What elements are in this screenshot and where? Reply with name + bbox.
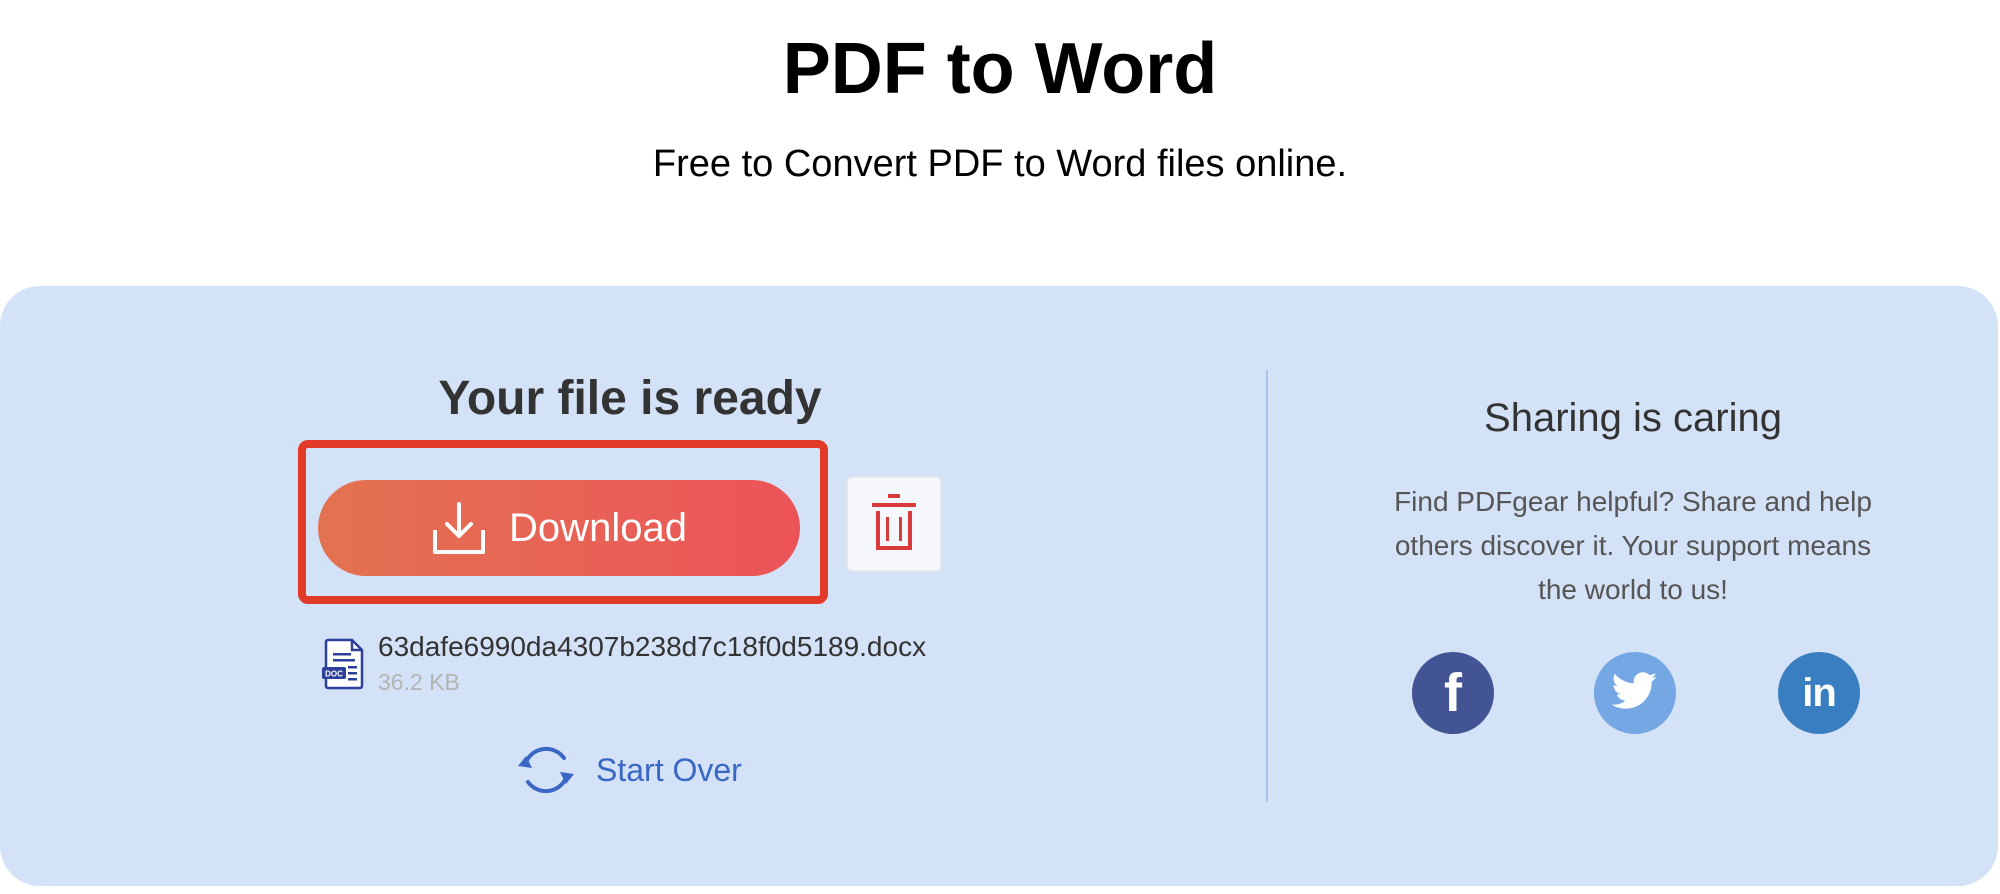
file-ready-title: Your file is ready — [438, 372, 822, 425]
twitter-bird-icon — [1611, 671, 1658, 715]
page-title: PDF to Word — [782, 29, 1218, 109]
download-icon — [431, 500, 487, 556]
refresh-icon — [516, 740, 576, 800]
share-title: Sharing is caring — [1484, 396, 1782, 440]
file-size: 36.2 KB — [378, 669, 460, 695]
delete-file-button[interactable] — [846, 476, 942, 572]
linkedin-share-button[interactable]: in — [1778, 652, 1860, 734]
start-over-label: Start Over — [596, 752, 742, 788]
page: PDF to Word Free to Convert PDF to Word … — [0, 0, 2000, 894]
page-subtitle: Free to Convert PDF to Word files online… — [652, 143, 1348, 185]
trash-icon — [871, 493, 917, 556]
facebook-share-button[interactable]: f — [1412, 652, 1494, 734]
file-name: 63dafe6990da4307b238d7c18f0d5189.docx — [378, 631, 927, 662]
download-button[interactable]: Download — [318, 480, 800, 576]
share-text: Find PDFgear helpful? Share and help oth… — [1394, 486, 1872, 605]
doc-badge-text: DOC — [325, 670, 343, 679]
linkedin-icon: in — [1802, 671, 1837, 715]
twitter-share-button[interactable] — [1594, 652, 1676, 734]
download-button-label: Download — [509, 506, 687, 550]
facebook-icon: f — [1444, 663, 1462, 723]
start-over-button[interactable]: Start Over — [516, 740, 742, 800]
docx-file-icon: DOC — [322, 638, 366, 690]
